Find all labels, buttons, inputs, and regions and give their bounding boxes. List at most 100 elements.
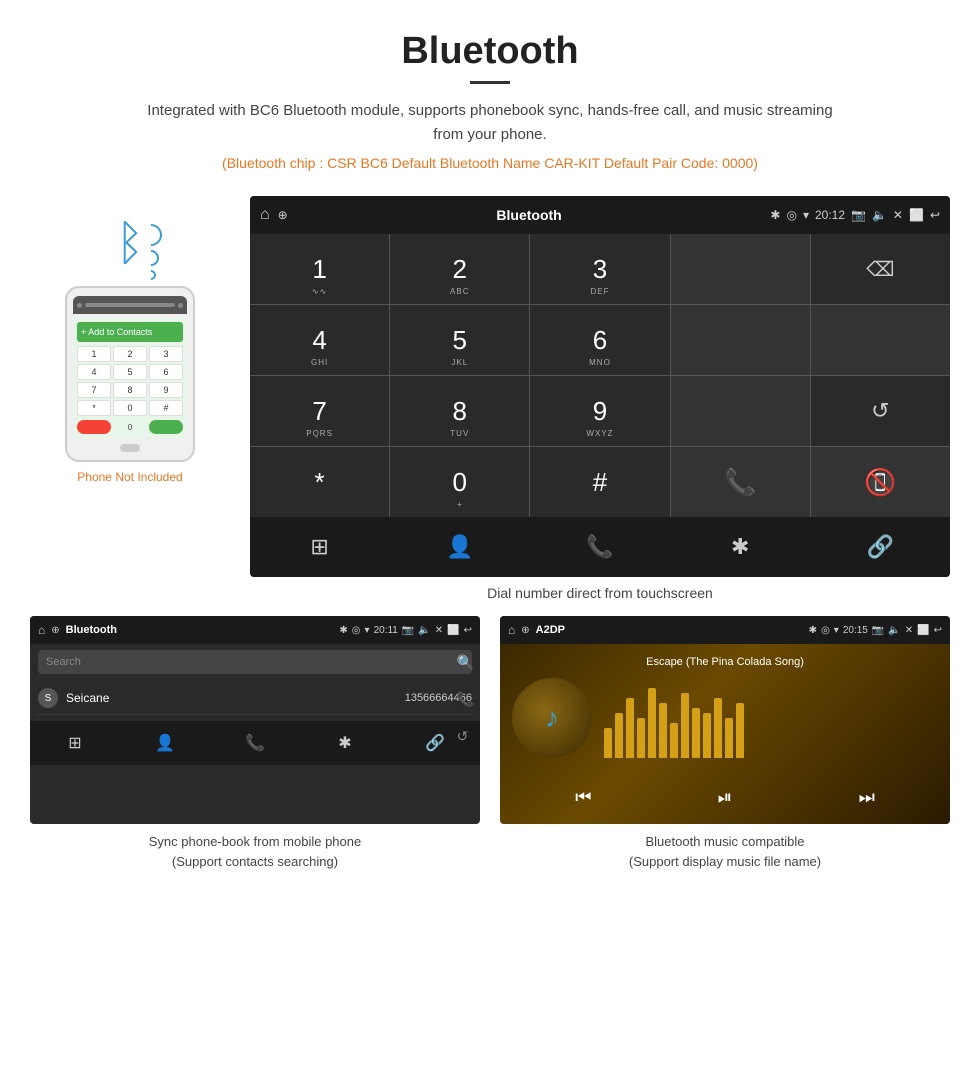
album-art: ♪: [512, 678, 592, 758]
dial-key-hash[interactable]: #: [530, 447, 669, 517]
key-7-sub: PQRS: [306, 429, 333, 438]
phone-not-included-label: Phone Not Included: [77, 470, 182, 484]
bluetooth-symbol: ᛒ: [116, 216, 145, 271]
contact-avatar-s: S: [38, 688, 58, 708]
dial-key-1[interactable]: 1 ∿∿: [250, 234, 389, 304]
topbar-right-icons: ✱ ◎ ▾ 20:12 📷 🔈 ✕ ⬜ ↩: [770, 208, 940, 222]
wifi-icon: ▾: [803, 208, 809, 222]
dialpad-grid: 1 ∿∿ 2 ABC 3 DEF ⌫ 4 GHI: [250, 234, 950, 517]
search-side-icon[interactable]: 🔍: [457, 654, 474, 671]
vis-bar: [714, 698, 722, 758]
key-6-sub: MNO: [589, 358, 611, 367]
music-screen: ⌂ ⊕ A2DP ✱ ◎ ▾ 20:15 📷 🔈 ✕ ⬜ ↩ Escape (T…: [500, 616, 950, 824]
music-controls: ⏮ ⏯ ⏭: [512, 779, 938, 812]
bottom-link-icon[interactable]: 🔗: [811, 517, 950, 577]
bottom-screenshots: ⌂ ⊕ Bluetooth ✱ ◎ ▾ 20:11 📷 🔈 ✕ ⬜ ↩: [0, 616, 980, 871]
contacts-bottom-grid[interactable]: ⊞: [30, 721, 120, 765]
camera-icon: 📷: [851, 208, 866, 222]
vis-bar: [736, 703, 744, 758]
volume-icon: 🔈: [872, 208, 887, 222]
bottom-bluetooth-icon[interactable]: ✱: [671, 517, 810, 577]
next-track-icon[interactable]: ⏭: [859, 787, 875, 808]
dial-call-green-cell[interactable]: 📞: [671, 447, 810, 517]
contacts-screen: ⌂ ⊕ Bluetooth ✱ ◎ ▾ 20:11 📷 🔈 ✕ ⬜ ↩: [30, 616, 480, 824]
phone-bottom-row: 0: [77, 420, 183, 434]
call-green-icon: 📞: [724, 467, 756, 498]
contacts-caption-line1: Sync phone-book from mobile phone: [149, 834, 361, 849]
call-side-icon[interactable]: 📞: [457, 691, 474, 708]
dial-key-7[interactable]: 7 PQRS: [250, 376, 389, 446]
phone-key-9: 9: [149, 382, 183, 398]
dial-key-0[interactable]: 0 +: [390, 447, 529, 517]
dial-call-red-cell[interactable]: 📵: [811, 447, 950, 517]
back-icon: ↩: [930, 208, 940, 222]
contacts-usb-icon: ⊕: [51, 625, 59, 636]
contacts-bottom-phone[interactable]: 📞: [210, 721, 300, 765]
usb-icon: ⊕: [278, 208, 288, 222]
music-screen-title: A2DP: [536, 624, 565, 636]
phone-key-1: 1: [77, 346, 111, 362]
screen-title: Bluetooth: [296, 207, 763, 223]
dial-key-5[interactable]: 5 JKL: [390, 305, 529, 375]
dial-key-3[interactable]: 3 DEF: [530, 234, 669, 304]
contact-search-bar[interactable]: Search: [38, 650, 472, 674]
key-1-num: 1: [312, 254, 326, 285]
vis-bar: [681, 693, 689, 758]
vis-bar: [637, 718, 645, 758]
dial-key-4[interactable]: 4 GHI: [250, 305, 389, 375]
music-bt-icon: ✱: [809, 625, 817, 636]
contact-body: Search S Seicane 13566664466 🔍 📞 ↺: [30, 644, 480, 721]
main-content: ᛒ + Add to Contacts 1 2 3: [0, 196, 980, 601]
dial-refresh[interactable]: ↺: [811, 376, 950, 446]
page-header: Bluetooth Integrated with BC6 Bluetooth …: [0, 0, 980, 196]
music-topbar: ⌂ ⊕ A2DP ✱ ◎ ▾ 20:15 📷 🔈 ✕ ⬜ ↩: [500, 616, 950, 644]
music-back-icon: ↩: [934, 625, 942, 636]
key-hash-num: #: [593, 467, 607, 498]
bottom-dialpad-icon[interactable]: ⊞: [250, 517, 389, 577]
phone-key-hash: #: [149, 400, 183, 416]
contacts-bottom-bar: ⊞ 👤 📞 ✱ 🔗: [30, 721, 480, 765]
dial-empty-4: [671, 376, 810, 446]
music-close-icon: ✕: [905, 625, 913, 636]
music-content-row: ♪: [512, 678, 938, 779]
phone-key-8: 8: [113, 382, 147, 398]
key-3-num: 3: [593, 254, 607, 285]
key-1-sub: ∿∿: [312, 287, 327, 296]
dial-backspace[interactable]: ⌫: [811, 234, 950, 304]
contacts-wifi-icon: ▾: [365, 625, 370, 636]
dial-empty-2: [671, 305, 810, 375]
dial-key-star[interactable]: *: [250, 447, 389, 517]
key-5-sub: JKL: [451, 358, 468, 367]
dial-key-6[interactable]: 6 MNO: [530, 305, 669, 375]
key-9-num: 9: [593, 396, 607, 427]
refresh-side-icon[interactable]: ↺: [457, 728, 474, 745]
phone-key-star: *: [77, 400, 111, 416]
phone-center-btn: 0: [113, 420, 147, 434]
side-action-icons: 🔍 📞 ↺: [457, 654, 474, 745]
key-2-sub: ABC: [450, 287, 469, 296]
dial-key-2[interactable]: 2 ABC: [390, 234, 529, 304]
backspace-icon: ⌫: [866, 257, 894, 282]
contacts-close-icon: ✕: [435, 625, 443, 636]
prev-track-icon[interactable]: ⏮: [575, 787, 591, 808]
bluetooth-topbar-icon: ✱: [770, 208, 780, 222]
key-star-num: *: [315, 467, 325, 498]
music-vol-icon: 🔈: [888, 625, 900, 636]
contacts-caption: Sync phone-book from mobile phone (Suppo…: [30, 832, 480, 871]
contacts-topbar-right: ✱ ◎ ▾ 20:11 📷 🔈 ✕ ⬜ ↩: [339, 625, 472, 636]
music-home-icon: ⌂: [508, 623, 515, 637]
dial-caption: Dial number direct from touchscreen: [250, 585, 950, 601]
phone-sensor: [178, 303, 183, 308]
bottom-phone-icon[interactable]: 📞: [530, 517, 669, 577]
key-8-sub: TUV: [450, 429, 469, 438]
contact-name: Seicane: [66, 691, 405, 705]
vis-bar: [648, 688, 656, 758]
contact-row-seicane[interactable]: S Seicane 13566664466: [38, 682, 472, 715]
dial-key-9[interactable]: 9 WXYZ: [530, 376, 669, 446]
contacts-bottom-bt[interactable]: ✱: [300, 721, 390, 765]
play-pause-icon[interactable]: ⏯: [718, 787, 732, 808]
call-red-icon: 📵: [864, 467, 896, 498]
contacts-bottom-user[interactable]: 👤: [120, 721, 210, 765]
bottom-contacts-icon[interactable]: 👤: [390, 517, 529, 577]
dial-key-8[interactable]: 8 TUV: [390, 376, 529, 446]
